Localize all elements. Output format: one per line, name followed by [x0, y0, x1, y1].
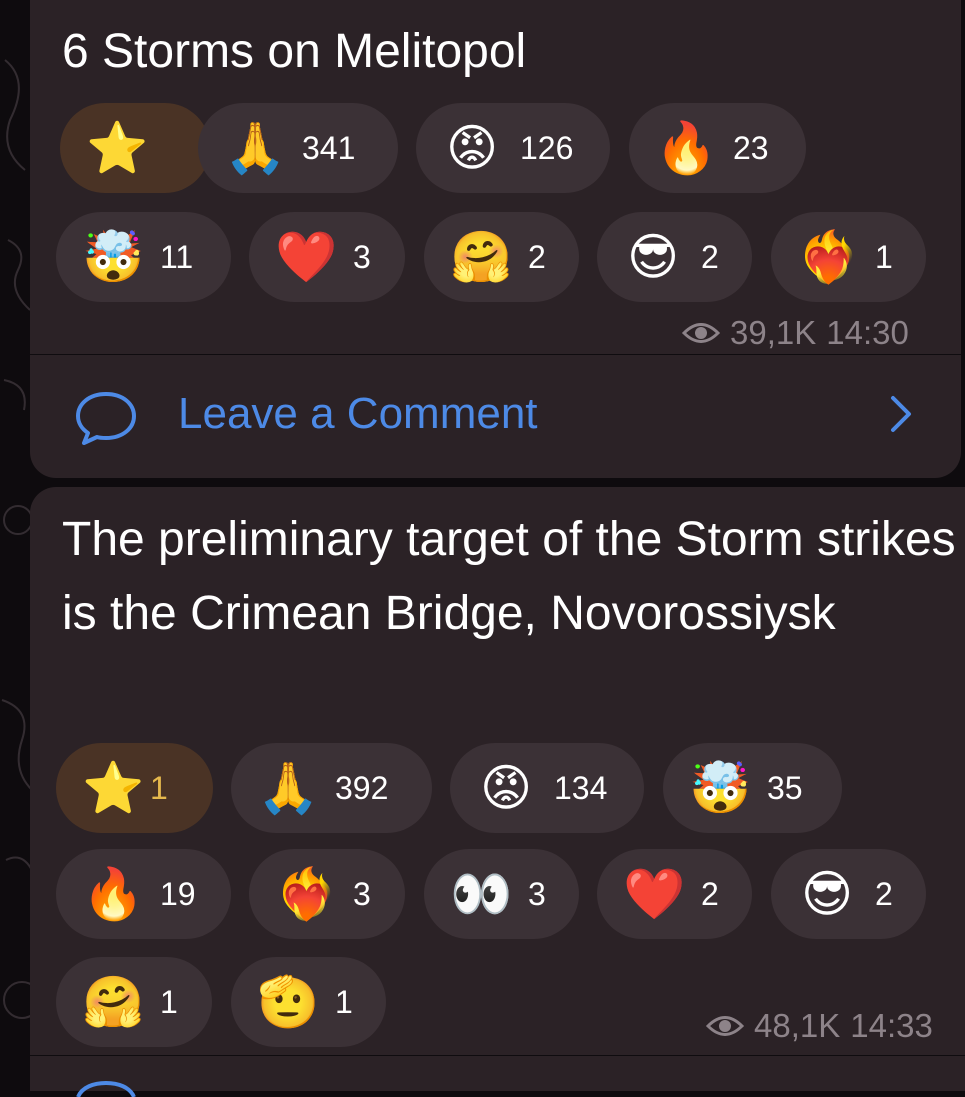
message-bubble-2: The preliminary target of the Storm stri… — [30, 487, 965, 1097]
message-time: 14:33 — [850, 1007, 933, 1044]
reaction-saluting-face[interactable]: 🫡 1 — [231, 957, 386, 1047]
hugging-face-icon: 🤗 — [82, 974, 145, 1030]
eyes-icon: 👀 — [450, 866, 513, 922]
reaction-count: 126 — [520, 129, 574, 166]
saluting-face-icon: 🫡 — [257, 974, 320, 1030]
fire-icon: 🔥 — [82, 866, 145, 922]
reaction-cursing-face[interactable]: 😡 126 — [416, 103, 610, 193]
reaction-count: 2 — [701, 238, 719, 275]
reaction-count: 11 — [160, 238, 194, 275]
divider — [30, 1055, 965, 1056]
red-heart-icon: ❤️ — [623, 866, 686, 922]
reaction-cursing-face[interactable]: 😡 134 — [450, 743, 644, 833]
sunglasses-face-icon: 😎 — [800, 866, 854, 922]
star-icon: ⭐ — [86, 120, 149, 176]
reaction-fire[interactable]: 🔥 23 — [629, 103, 806, 193]
reaction-count: 2 — [528, 238, 546, 275]
exploding-head-icon: 🤯 — [82, 229, 145, 285]
reaction-folded-hands[interactable]: 🙏 392 — [231, 743, 432, 833]
reaction-count: 35 — [767, 769, 803, 806]
reaction-eyes[interactable]: 👀 3 — [424, 849, 579, 939]
reaction-red-heart[interactable]: ❤️ 3 — [249, 212, 405, 302]
reaction-folded-hands[interactable]: 🙏 341 — [198, 103, 398, 193]
reaction-star[interactable]: ⭐ 1 — [56, 743, 213, 833]
comment-bubble-icon — [76, 1081, 136, 1097]
folded-hands-icon: 🙏 — [257, 760, 320, 816]
fire-icon: 🔥 — [655, 120, 718, 176]
reaction-red-heart[interactable]: ❤️ 2 — [597, 849, 752, 939]
comment-bubble-icon — [76, 392, 136, 445]
reaction-count: 134 — [554, 769, 608, 806]
reaction-exploding-head[interactable]: 🤯 11 — [56, 212, 231, 302]
heart-on-fire-icon: ❤️‍🔥 — [275, 866, 338, 922]
cursing-face-icon: 😡 — [445, 120, 499, 176]
message-meta: 48,1K 14:33 — [706, 1007, 933, 1045]
reaction-heart-on-fire[interactable]: ❤️‍🔥 3 — [249, 849, 405, 939]
reaction-fire[interactable]: 🔥 19 — [56, 849, 231, 939]
reaction-count: 2 — [875, 875, 893, 912]
reaction-sunglasses-face[interactable]: 😎 2 — [771, 849, 926, 939]
eye-icon — [682, 323, 720, 343]
sunglasses-face-icon: 😎 — [626, 229, 680, 285]
reaction-star[interactable]: ⭐ — [60, 103, 210, 193]
reaction-count: 1 — [150, 769, 168, 806]
reaction-count: 1 — [160, 983, 178, 1020]
reaction-count: 3 — [528, 875, 546, 912]
reaction-count: 3 — [353, 875, 371, 912]
message-text: 6 Storms on Melitopol — [62, 25, 527, 78]
reaction-hugging-face[interactable]: 🤗 1 — [56, 957, 212, 1047]
message-bubble-1: 6 Storms on Melitopol ⭐ 🙏 341 😡 126 🔥 23… — [30, 0, 961, 478]
views-count: 48,1K — [754, 1007, 841, 1044]
views-count: 39,1K — [730, 314, 817, 351]
cursing-face-icon: 😡 — [479, 760, 533, 816]
reaction-hugging-face[interactable]: 🤗 2 — [424, 212, 579, 302]
reaction-count: 341 — [302, 129, 356, 166]
reaction-count: 1 — [875, 238, 893, 275]
reaction-count: 23 — [733, 129, 769, 166]
reaction-count: 1 — [335, 983, 353, 1020]
message-time: 14:30 — [826, 314, 909, 351]
hugging-face-icon: 🤗 — [450, 229, 513, 285]
leave-comment-button[interactable]: Leave a Comment — [30, 354, 961, 474]
reaction-exploding-head[interactable]: 🤯 35 — [663, 743, 842, 833]
star-icon: ⭐ — [82, 760, 145, 816]
reaction-count: 392 — [335, 769, 389, 806]
leave-comment-label: Leave a Comment — [178, 389, 538, 438]
exploding-head-icon: 🤯 — [689, 760, 752, 816]
message-text: The preliminary target of the Storm stri… — [62, 513, 956, 640]
chevron-right-icon — [891, 396, 911, 432]
folded-hands-icon: 🙏 — [224, 120, 287, 176]
reaction-sunglasses-face[interactable]: 😎 2 — [597, 212, 752, 302]
reaction-heart-on-fire[interactable]: ❤️‍🔥 1 — [771, 212, 926, 302]
eye-icon — [706, 1016, 744, 1036]
heart-on-fire-icon: ❤️‍🔥 — [797, 229, 860, 285]
reaction-count: 2 — [701, 875, 719, 912]
reaction-count: 3 — [353, 238, 371, 275]
message-meta: 39,1K 14:30 — [682, 314, 909, 352]
red-heart-icon: ❤️ — [275, 229, 338, 285]
reaction-count: 19 — [160, 875, 196, 912]
